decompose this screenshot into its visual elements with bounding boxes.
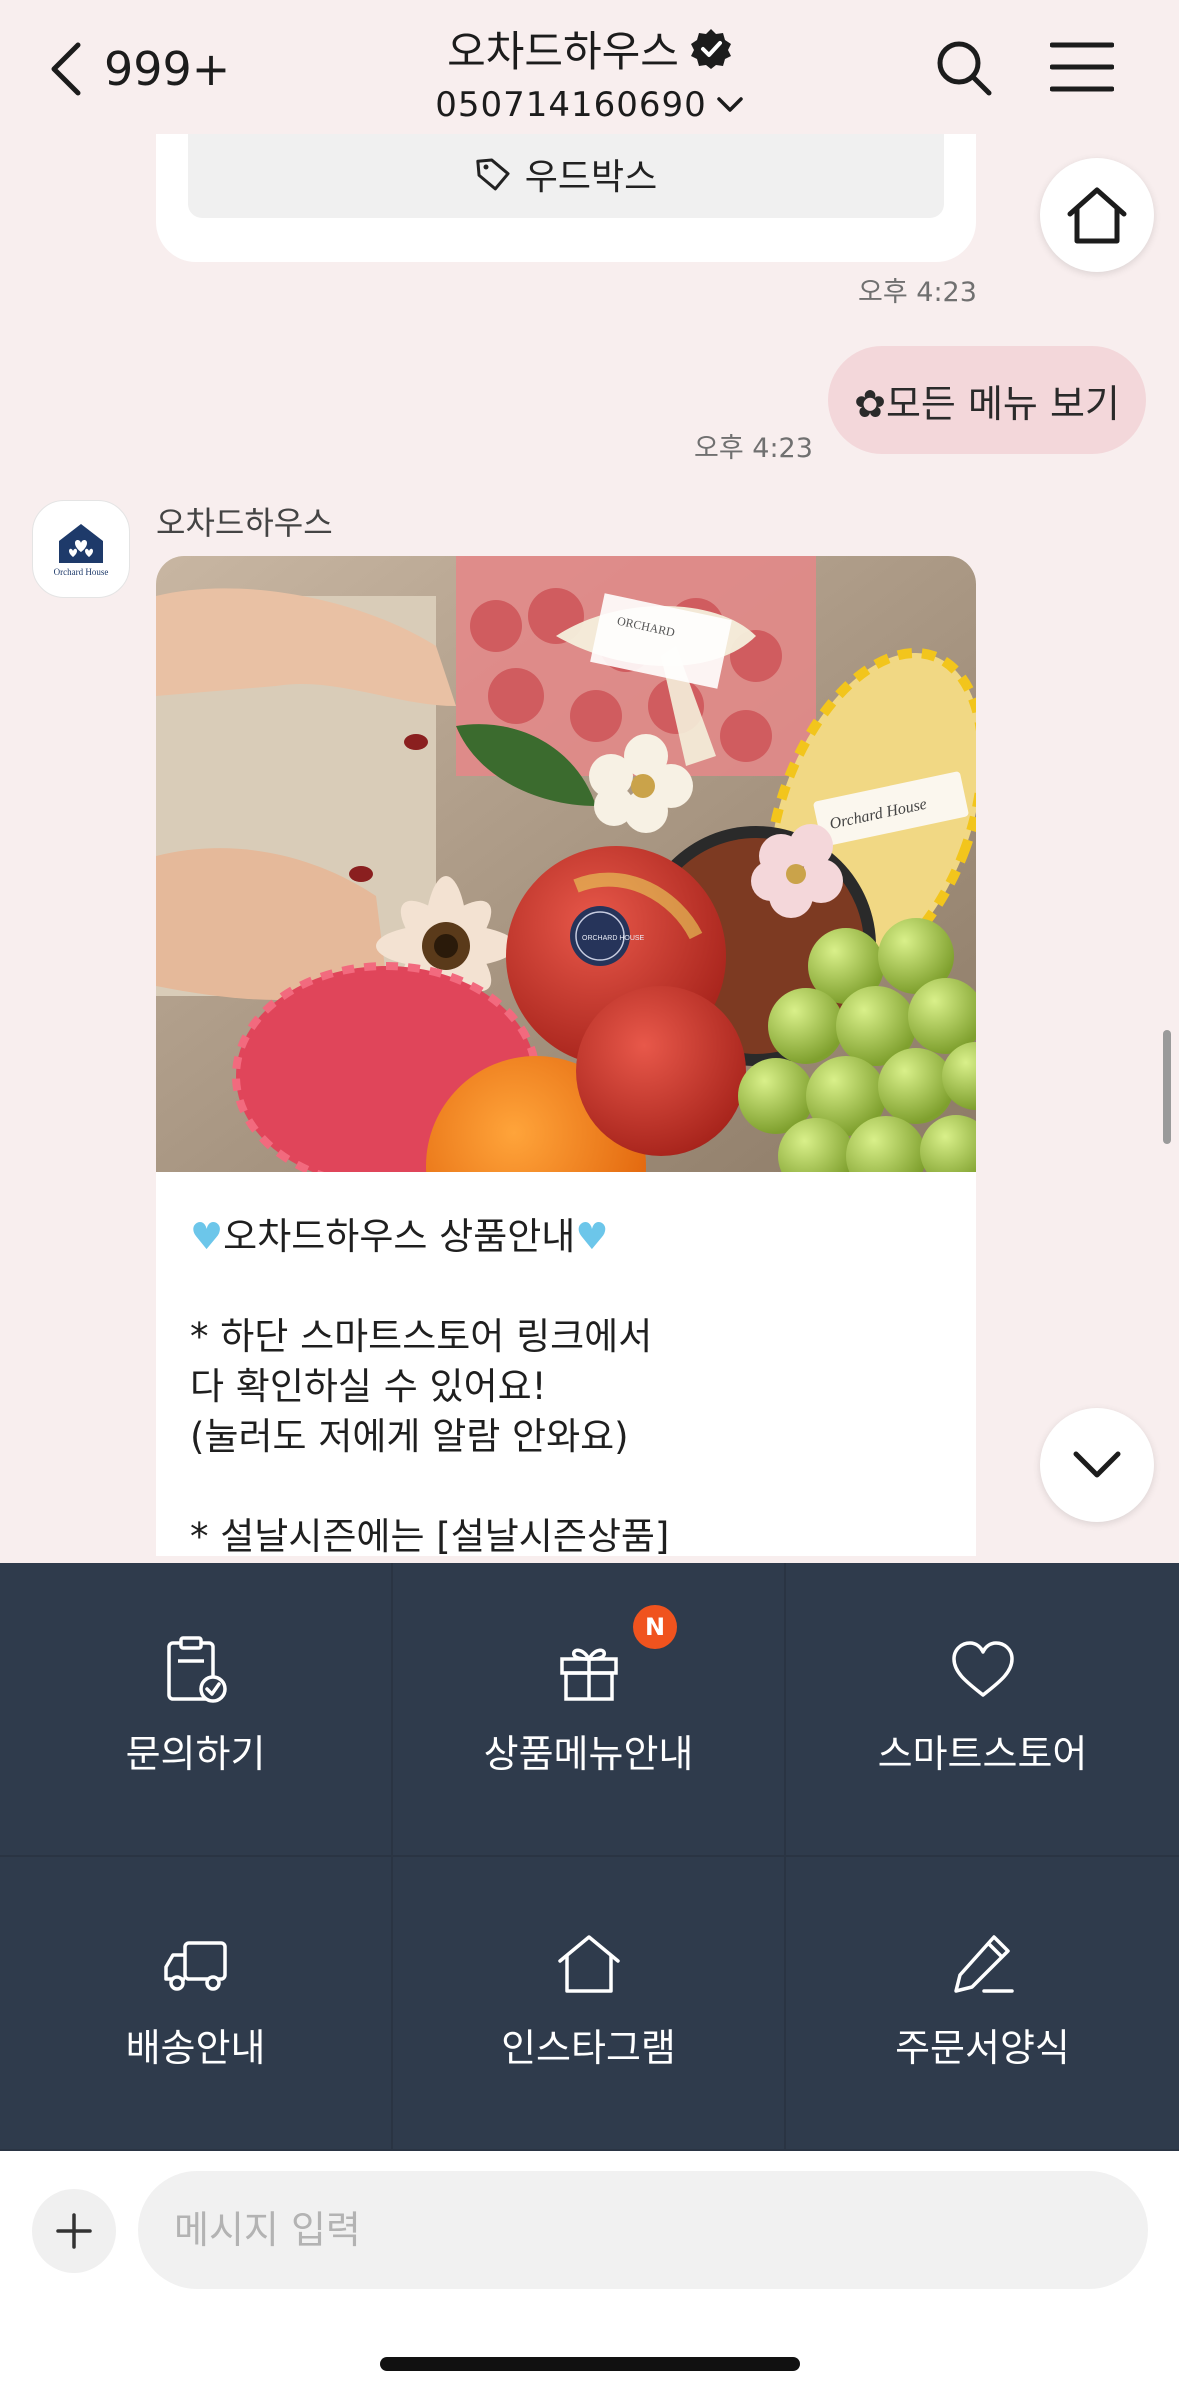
plus-icon (56, 2213, 92, 2249)
scroll-down-button[interactable] (1040, 1408, 1154, 1522)
chevron-left-icon (51, 42, 81, 96)
heart-icon (951, 1641, 1014, 1697)
chat-screen: 999+ 오차드하우스 050714160690 우드박스 오후 4:23 ✿모… (0, 0, 1179, 2397)
menu-item-label: 문의하기 (125, 1732, 266, 1776)
chevron-down-icon (1073, 1451, 1121, 1478)
avatar-brand-text: Orchard House (53, 567, 109, 577)
search-button[interactable] (934, 38, 994, 98)
home-indicator (380, 2357, 800, 2371)
phone-number: 050714160690 (435, 85, 707, 125)
home-icon (557, 1935, 620, 1993)
menu-item-smartstore[interactable]: 스마트스토어 (786, 1563, 1179, 1857)
unread-count: 999+ (104, 42, 231, 96)
woodbox-button[interactable]: 우드박스 (188, 130, 944, 218)
avatar[interactable]: Orchard House (32, 500, 130, 598)
sender-name: 오차드하우스 (156, 504, 333, 542)
house-logo-icon (59, 524, 103, 563)
menu-item-product-menu[interactable]: N 상품메뉴안내 (393, 1563, 786, 1857)
message-text: ♥오차드하우스 상품안내♥ * 하단 스마트스토어 링크에서 다 확인하실 수 … (190, 1212, 950, 1556)
verified-badge-icon (689, 27, 733, 71)
menu-item-label: 스마트스토어 (877, 1732, 1088, 1776)
menu-item-order-form[interactable]: 주문서양식 (786, 1857, 1179, 2151)
hamburger-menu-icon (1049, 42, 1115, 92)
menu-item-label: 인스타그램 (501, 2026, 676, 2070)
menu-item-instagram[interactable]: 인스타그램 (393, 1857, 786, 2151)
new-badge: N (633, 1605, 677, 1649)
home-icon (1067, 187, 1127, 244)
bottom-menu-grid: 문의하기 N 상품메뉴안내 스마트스토어 배송안내 인스타그램 주문서양식 (0, 1563, 1179, 2151)
truck-icon (163, 1941, 227, 1991)
menu-item-label: 상품메뉴안내 (483, 1732, 694, 1776)
tag-icon (476, 158, 510, 191)
message-input[interactable] (138, 2171, 1148, 2289)
chat-header: 999+ 오차드하우스 050714160690 (0, 0, 1179, 134)
message-title: 오차드하우스 상품안내 (223, 1215, 576, 1258)
woodbox-label: 우드박스 (524, 157, 658, 198)
heart-emoji-icon: ♥ (190, 1215, 224, 1258)
menu-item-delivery[interactable]: 배송안내 (0, 1857, 393, 2151)
message-card: ORCHARD Orchard House ORCHARD HOUSE ♥오차드… (156, 556, 976, 1556)
my-message-bubble[interactable]: ✿모든 메뉴 보기 (828, 346, 1146, 454)
chat-title: 오차드하우스 (447, 27, 679, 76)
message-input-bar (0, 2151, 1179, 2397)
attach-button[interactable] (32, 2189, 116, 2273)
scrollbar[interactable] (1163, 1030, 1171, 1144)
heart-emoji-icon: ♥ (575, 1215, 609, 1258)
back-button[interactable]: 999+ (44, 34, 234, 104)
search-icon (937, 41, 992, 96)
message-time: 오후 4:23 (694, 433, 813, 464)
clipboard-check-icon (166, 1636, 227, 1703)
pencil-icon (953, 1935, 1014, 1993)
fruit-box-photo[interactable]: ORCHARD Orchard House ORCHARD HOUSE (156, 556, 976, 1172)
menu-item-label: 배송안내 (125, 2026, 266, 2070)
apple-sticker-text: ORCHARD HOUSE (582, 935, 645, 942)
menu-item-inquiry[interactable]: 문의하기 (0, 1563, 393, 1857)
message-body: * 하단 스마트스토어 링크에서 다 확인하실 수 있어요! (눌러도 저에게 … (190, 1315, 670, 1556)
home-floating-button[interactable] (1040, 158, 1154, 272)
chevron-down-icon (717, 97, 743, 112)
menu-item-label: 주문서양식 (895, 2026, 1070, 2070)
message-time: 오후 4:23 (858, 277, 977, 308)
menu-button[interactable] (1049, 40, 1115, 94)
gift-icon (559, 1648, 618, 1701)
chat-title-area[interactable]: 오차드하우스 050714160690 (380, 18, 800, 125)
